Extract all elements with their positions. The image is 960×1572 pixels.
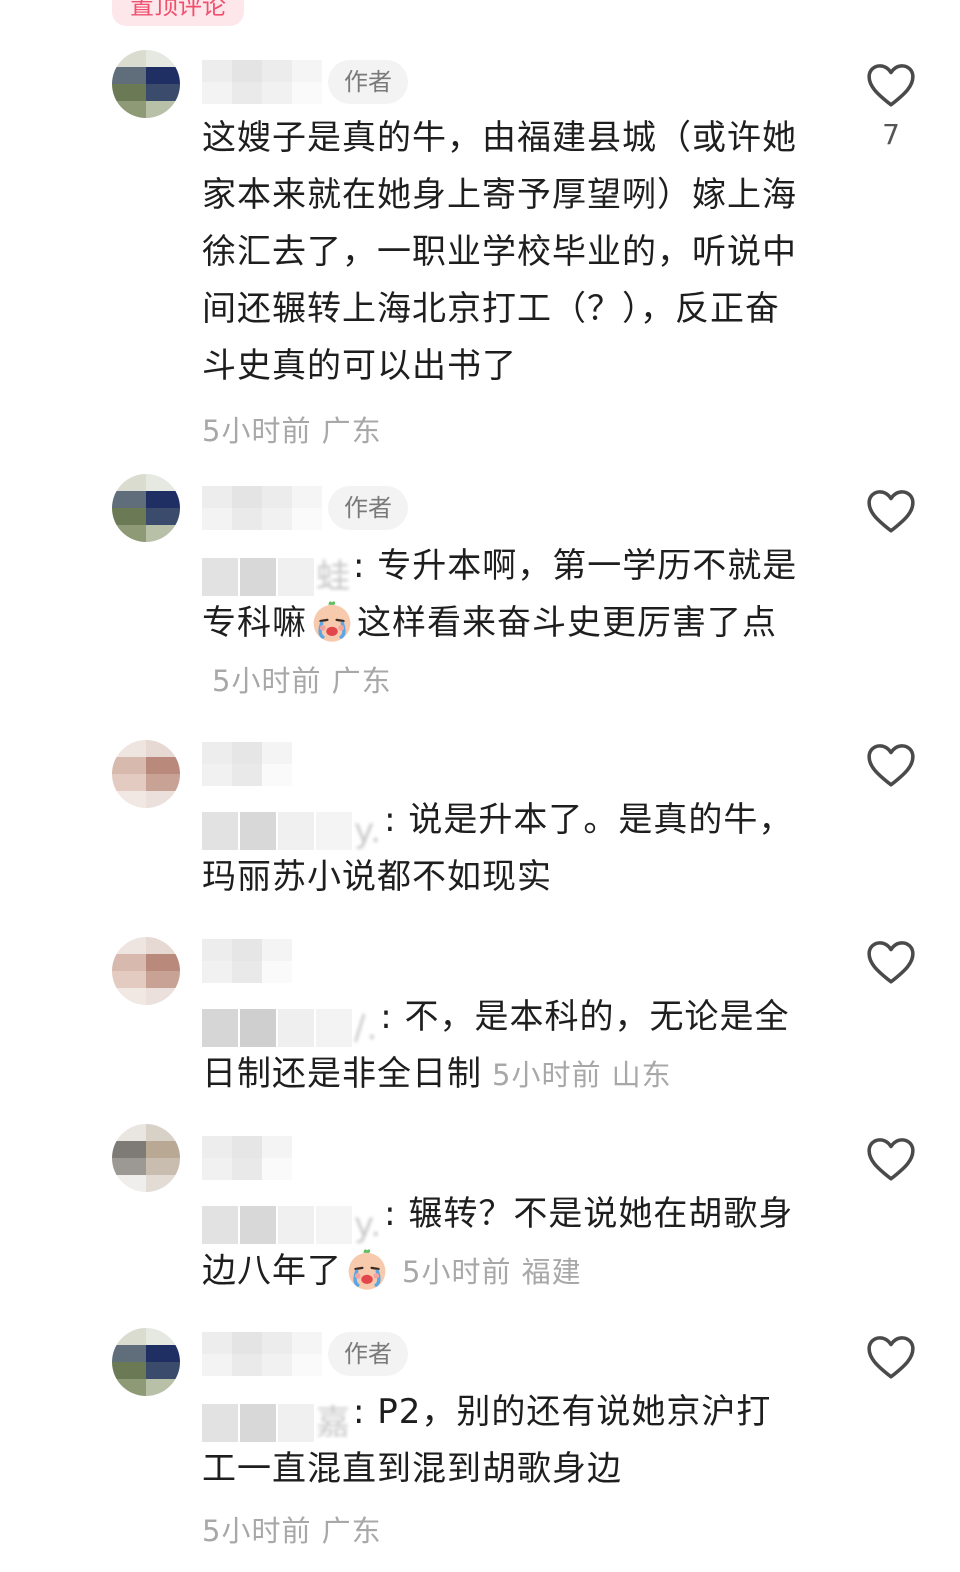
comment-meta: 5小时前 广东 (202, 414, 382, 448)
comment-text[interactable]: 嘉: P2，别的还有说她京沪打工一直混直到混到胡歌身边 (202, 1384, 802, 1498)
username-blurred[interactable] (202, 742, 292, 786)
reply-to-blurred[interactable]: y. (202, 1196, 382, 1245)
like-button[interactable] (866, 1334, 916, 1380)
comment-meta: 5小时前 福建 (402, 1255, 582, 1289)
heart-outline-icon (867, 1336, 915, 1379)
comment-meta: 5小时前 广东 (212, 664, 392, 698)
username-blurred[interactable] (202, 60, 322, 104)
author-tag: 作者 (328, 60, 408, 104)
username-blurred[interactable] (202, 939, 292, 983)
heart-outline-icon (867, 941, 915, 984)
reply-to-blurred[interactable]: /. (202, 999, 378, 1048)
heart-outline-icon (867, 64, 915, 107)
heart-outline-icon (867, 1138, 915, 1181)
like-button[interactable] (866, 939, 916, 985)
reply-to-blurred[interactable]: 蛙 (202, 548, 351, 597)
like-button[interactable] (866, 488, 916, 534)
avatar[interactable] (112, 50, 180, 118)
avatar[interactable] (112, 1328, 180, 1396)
username-blurred[interactable] (202, 1136, 292, 1180)
username-blurred[interactable] (202, 1332, 322, 1376)
reply-to-blurred[interactable]: 嘉 (202, 1394, 351, 1443)
avatar[interactable] (112, 937, 180, 1005)
avatar[interactable] (112, 1124, 180, 1192)
like-button[interactable] (866, 742, 916, 788)
comment-text[interactable]: 这嫂子是真的牛，由福建县城（或许她家本来就在她身上寄予厚望咧）嫁上海徐汇去了，一… (202, 110, 802, 395)
comment-meta: 5小时前 山东 (492, 1058, 672, 1092)
avatar[interactable] (112, 740, 180, 808)
heart-outline-icon (867, 744, 915, 787)
comment-text[interactable]: y.: 说是升本了。是真的牛，玛丽苏小说都不如现实 (202, 792, 802, 906)
comment-meta: 5小时前 广东 (202, 1514, 382, 1548)
author-tag: 作者 (328, 486, 408, 530)
reply-to-blurred[interactable]: y. (202, 802, 382, 851)
like-button[interactable]: 7 (866, 62, 916, 151)
like-count: 7 (882, 118, 900, 151)
heart-outline-icon (867, 490, 915, 533)
like-button[interactable] (866, 1136, 916, 1182)
comment-text[interactable]: /.: 不，是本科的，无论是全日制还是非全日制 5小时前 山东 (202, 989, 802, 1104)
author-tag: 作者 (328, 1332, 408, 1376)
comment-text[interactable]: 蛙: 专升本啊，第一学历不就是专科嘛 这样看来奋斗史更厉害了点5小时前 广东 (202, 538, 802, 710)
pinned-label: 置顶评论 (130, 0, 226, 20)
crying-face-emoji (348, 1249, 386, 1290)
username-blurred[interactable] (202, 486, 322, 530)
comment-text[interactable]: y.: 辗转？不是说她在胡歌身边八年了 5小时前 福建 (202, 1186, 802, 1301)
crying-face-emoji (313, 601, 351, 642)
pinned-comment-badge: 置顶评论 (112, 0, 244, 26)
avatar[interactable] (112, 474, 180, 542)
